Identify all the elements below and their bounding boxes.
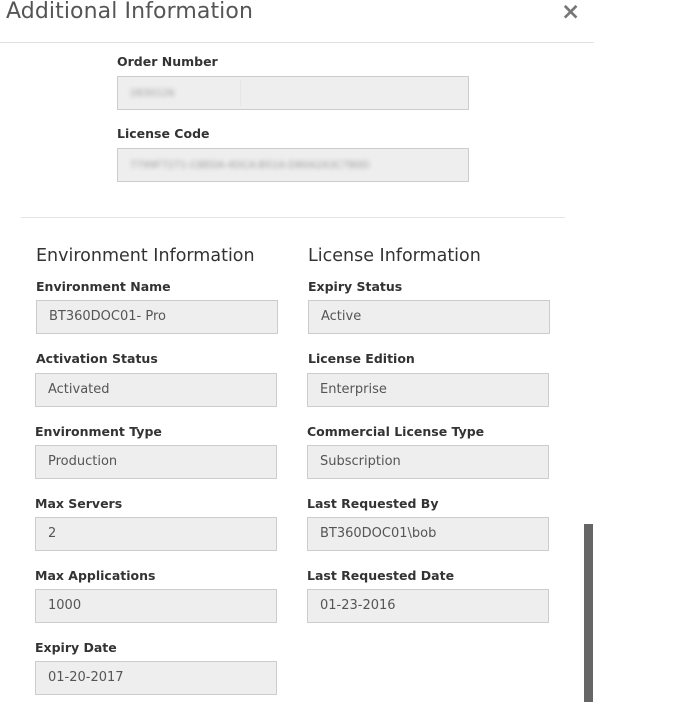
close-icon[interactable]: × xyxy=(561,0,580,26)
environment-info-heading: Environment Information xyxy=(36,246,255,266)
scrollbar-thumb[interactable] xyxy=(584,524,593,702)
expiry-status-field[interactable]: Active xyxy=(308,300,550,334)
dialog-title: Additional Information xyxy=(6,0,253,24)
header-divider xyxy=(0,42,594,43)
max-applications-label: Max Applications xyxy=(35,568,156,583)
last-requested-by-field[interactable]: BT360DOC01\bob xyxy=(307,517,549,551)
environment-name-field[interactable]: BT360DOC01- Pro xyxy=(36,300,278,334)
max-servers-field[interactable]: 2 xyxy=(35,517,277,551)
environment-name-label: Environment Name xyxy=(36,279,171,294)
environment-type-field[interactable]: Production xyxy=(35,445,277,479)
last-requested-by-label: Last Requested By xyxy=(307,496,439,511)
last-requested-date-field[interactable]: 01-23-2016 xyxy=(307,589,549,623)
license-edition-label: License Edition xyxy=(308,351,415,366)
order-field-separator xyxy=(240,80,241,106)
activation-status-field[interactable]: Activated xyxy=(35,373,277,407)
license-info-heading: License Information xyxy=(308,246,481,266)
expiry-date-field[interactable]: 01-20-2017 xyxy=(35,661,277,695)
last-requested-date-label: Last Requested Date xyxy=(307,568,455,583)
expiry-status-label: Expiry Status xyxy=(308,279,403,294)
license-edition-field[interactable]: Enterprise xyxy=(307,373,549,407)
section-divider xyxy=(21,217,565,218)
environment-type-label: Environment Type xyxy=(35,424,162,439)
max-servers-label: Max Servers xyxy=(35,496,123,511)
order-number-field[interactable]: 2830126 xyxy=(117,76,469,110)
commercial-license-type-field[interactable]: Subscription xyxy=(307,445,549,479)
max-applications-field[interactable]: 1000 xyxy=(35,589,277,623)
order-number-value: 2830126 xyxy=(130,88,175,99)
commercial-license-type-label: Commercial License Type xyxy=(307,424,485,439)
expiry-date-label: Expiry Date xyxy=(35,640,117,655)
activation-status-label: Activation Status xyxy=(36,351,158,366)
license-code-field[interactable]: 7799F7271-C8EDA-4DCA-B51A-D80A2A3C7B0D xyxy=(117,148,469,182)
license-code-label: License Code xyxy=(117,126,210,141)
order-number-label: Order Number xyxy=(117,54,218,69)
license-code-value: 7799F7271-C8EDA-4DCA-B51A-D80A2A3C7B0D xyxy=(130,160,370,171)
